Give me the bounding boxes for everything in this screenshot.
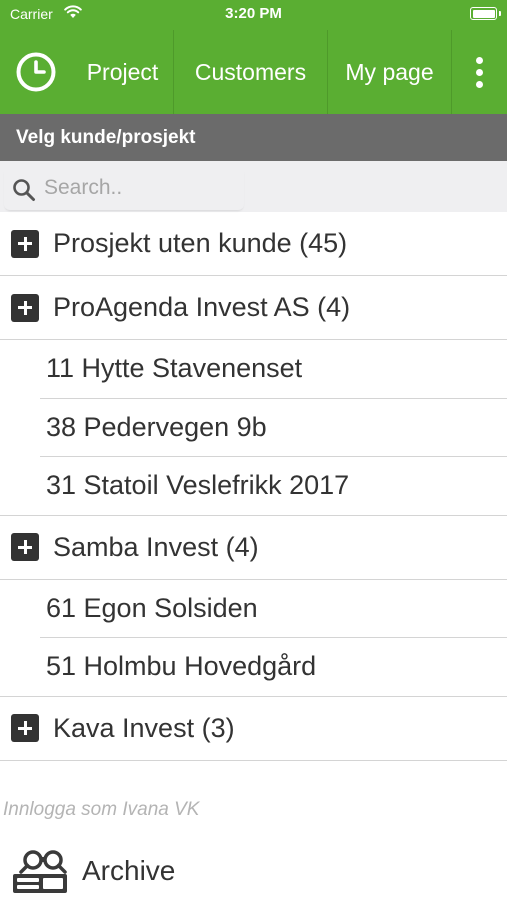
- group-label: Kava Invest (3): [53, 712, 235, 743]
- plus-icon[interactable]: [11, 714, 39, 742]
- group-proagenda-invest[interactable]: ProAgenda Invest AS (4): [0, 276, 507, 340]
- search-field[interactable]: [4, 166, 244, 210]
- more-vertical-icon[interactable]: [452, 30, 507, 114]
- project-row[interactable]: 11 Hytte Stavenenset: [40, 340, 507, 399]
- status-time: 3:20 PM: [225, 5, 282, 22]
- group-label: Prosjekt uten kunde (45): [53, 228, 348, 258]
- group-label: Samba Invest (4): [53, 531, 259, 562]
- project-row[interactable]: 38 Pedervegen 9b: [40, 399, 507, 457]
- group-samba-invest[interactable]: Samba Invest (4): [0, 516, 507, 580]
- search-icon: [12, 178, 36, 207]
- project-row[interactable]: 51 Holmbu Hovedgård: [0, 638, 507, 697]
- plus-icon[interactable]: [11, 229, 39, 258]
- project-row[interactable]: 61 Egon Solsiden: [40, 580, 507, 638]
- section-header: Velg kunde/prosjekt: [0, 114, 507, 161]
- customer-project-list: Prosjekt uten kunde (45) ProAgenda Inves…: [0, 212, 507, 761]
- plus-icon[interactable]: [11, 533, 39, 561]
- group-label: ProAgenda Invest AS (4): [53, 292, 351, 322]
- project-row[interactable]: 31 Statoil Veslefrikk 2017: [0, 457, 507, 516]
- archive-icon: [10, 847, 70, 895]
- group-prosjekt-uten-kunde[interactable]: Prosjekt uten kunde (45): [0, 212, 507, 276]
- search-bar: [0, 161, 507, 212]
- nav-my-page[interactable]: My page: [328, 30, 452, 114]
- clock-icon[interactable]: [0, 30, 72, 114]
- status-bar: Carrier 3:20 PM: [0, 0, 507, 30]
- search-input[interactable]: [44, 170, 244, 206]
- group-kava-invest[interactable]: Kava Invest (3): [0, 697, 507, 761]
- archive-button[interactable]: Archive: [10, 845, 175, 897]
- nav-customers[interactable]: Customers: [174, 30, 328, 114]
- battery-icon: [470, 7, 501, 20]
- nav-project[interactable]: Project: [72, 30, 174, 114]
- archive-label: Archive: [82, 855, 176, 886]
- logged-in-as-label: Innlogga som Ivana VK: [3, 799, 200, 820]
- plus-icon[interactable]: [11, 293, 39, 322]
- top-navbar: Project Customers My page: [0, 30, 507, 114]
